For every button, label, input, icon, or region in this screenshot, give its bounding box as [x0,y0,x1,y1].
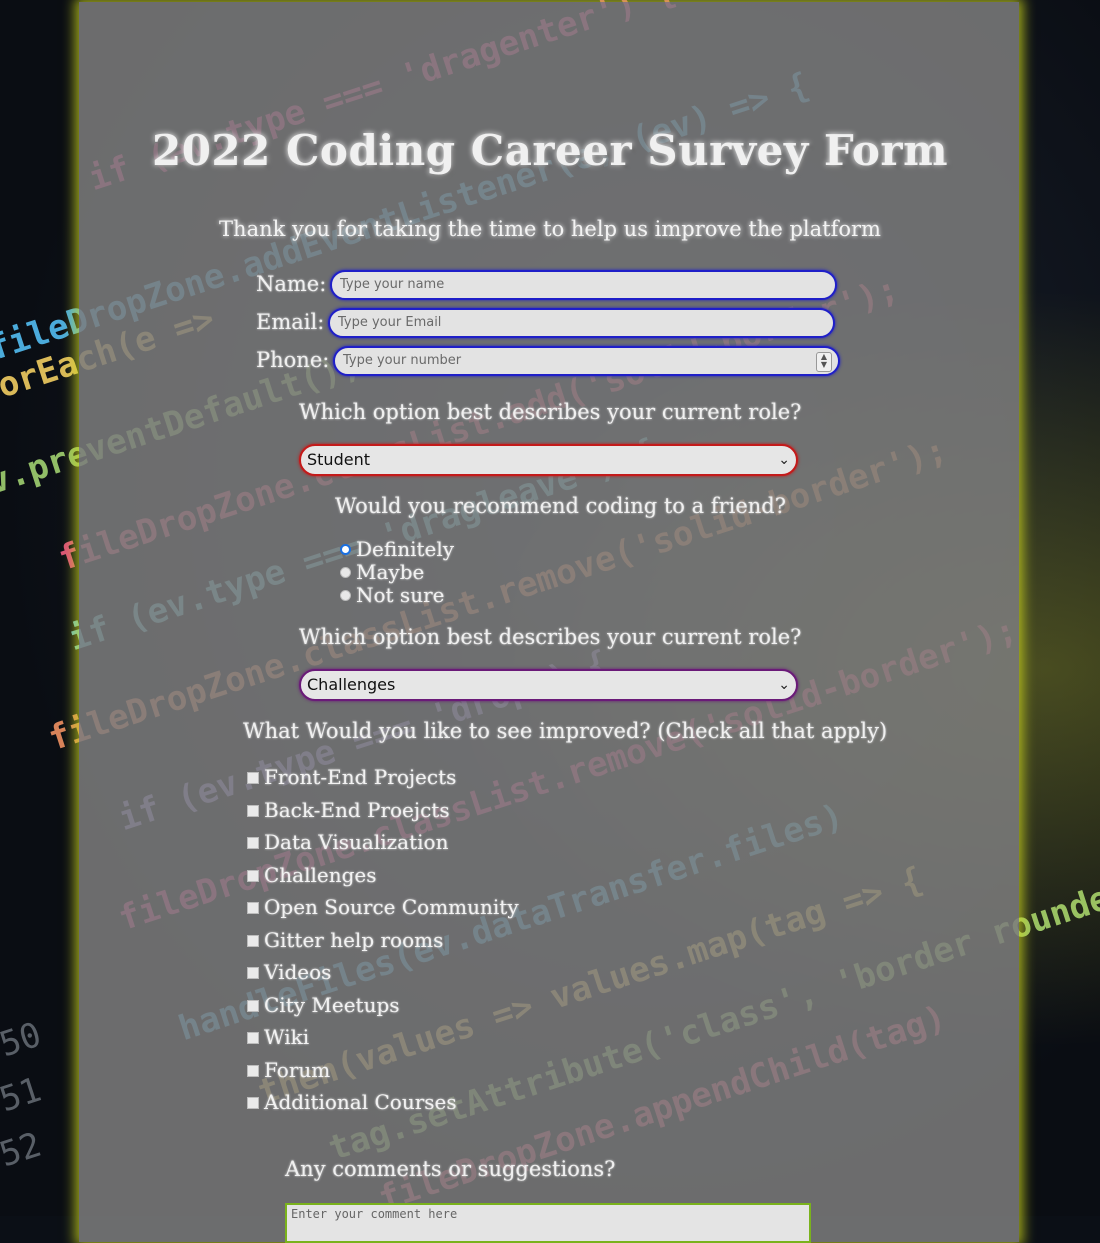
recommend-question-label: Would you recommend coding to a friend? [335,494,786,518]
feature-select-value: Challenges [307,675,396,694]
improve-option-label: Gitter help rooms [264,927,444,952]
checkbox[interactable] [247,1064,259,1077]
improve-option[interactable]: Forum [247,1058,330,1082]
chevron-down-icon: ⌄ [778,677,790,693]
chevron-down-icon: ⌄ [778,452,790,468]
checkbox[interactable] [247,837,259,849]
improve-option[interactable]: Open Source Community [247,895,519,919]
improve-option[interactable]: City Meetups [247,993,400,1017]
recommend-option-label: Not sure [356,583,445,607]
improve-question-label: What Would you like to see improved? (Ch… [243,719,888,743]
phone-label: Phone: [256,348,330,372]
recommend-option[interactable]: Definitely [340,537,454,561]
improve-option-label: Forum [264,1057,331,1082]
name-label: Name: [256,272,327,296]
checkbox[interactable] [247,1032,259,1044]
feature-select[interactable]: Challenges ⌄ [299,669,798,701]
checkbox[interactable] [247,999,259,1012]
improve-option[interactable]: Challenges [247,863,377,887]
email-input[interactable]: Type your Email [328,308,835,338]
role-question-label: Which option best describes your current… [299,400,802,424]
improve-option[interactable]: Wiki [247,1025,309,1049]
radio-button[interactable] [340,567,351,578]
checkbox[interactable] [247,1097,259,1109]
email-label: Email: [256,310,325,334]
number-spinner-icon[interactable]: ▲ ▼ [816,352,832,372]
checkbox[interactable] [247,869,259,882]
comments-textarea[interactable]: Enter your comment here [285,1203,811,1243]
improve-option[interactable]: Front-End Projects [247,765,456,789]
comments-placeholder: Enter your comment here [291,1207,458,1221]
recommend-option-label: Definitely [356,537,455,561]
improve-option[interactable]: Additional Courses [247,1090,457,1114]
improve-option[interactable]: Data Visualization [247,830,448,854]
feature-question-label: Which option best describes your current… [299,625,802,649]
role-select[interactable]: Student ⌄ [299,444,798,476]
checkbox[interactable] [247,804,259,817]
name-input-placeholder: Type your name [340,277,445,292]
improve-option-label: Videos [264,960,332,984]
improve-option[interactable]: Gitter help rooms [247,928,443,952]
comments-question-label: Any comments or suggestions? [285,1157,616,1181]
improve-option-label: Wiki [264,1025,310,1049]
improve-option-label: City Meetups [264,992,400,1017]
recommend-option[interactable]: Not sure [340,583,444,607]
form-description: Thank you for taking the time to help us… [219,217,881,241]
name-input[interactable]: Type your name [330,270,837,300]
improve-option-label: Data Visualization [264,830,449,854]
checkbox[interactable] [247,772,259,784]
improve-option[interactable]: Back-End Proejcts [247,798,450,822]
improve-option-label: Challenges [264,862,377,887]
page-title: 2022 Coding Career Survey Form [151,126,949,175]
recommend-option[interactable]: Maybe [340,560,424,584]
radio-button[interactable] [340,544,351,555]
improve-option-label: Open Source Community [264,895,519,919]
improve-option[interactable]: Videos [247,960,331,984]
checkbox[interactable] [247,902,259,914]
radio-button[interactable] [340,590,351,601]
improve-option-label: Back-End Proejcts [264,797,450,822]
role-select-value: Student [307,450,370,469]
recommend-option-label: Maybe [356,560,425,584]
checkbox[interactable] [247,934,259,947]
survey-form-panel [79,2,1019,1242]
checkbox[interactable] [247,967,259,979]
improve-option-label: Additional Courses [264,1090,457,1114]
phone-input-placeholder: Type your number [343,353,462,368]
phone-input[interactable]: Type your number ▲ ▼ [333,346,840,376]
improve-option-label: Front-End Projects [264,765,457,789]
email-input-placeholder: Type your Email [338,315,442,330]
